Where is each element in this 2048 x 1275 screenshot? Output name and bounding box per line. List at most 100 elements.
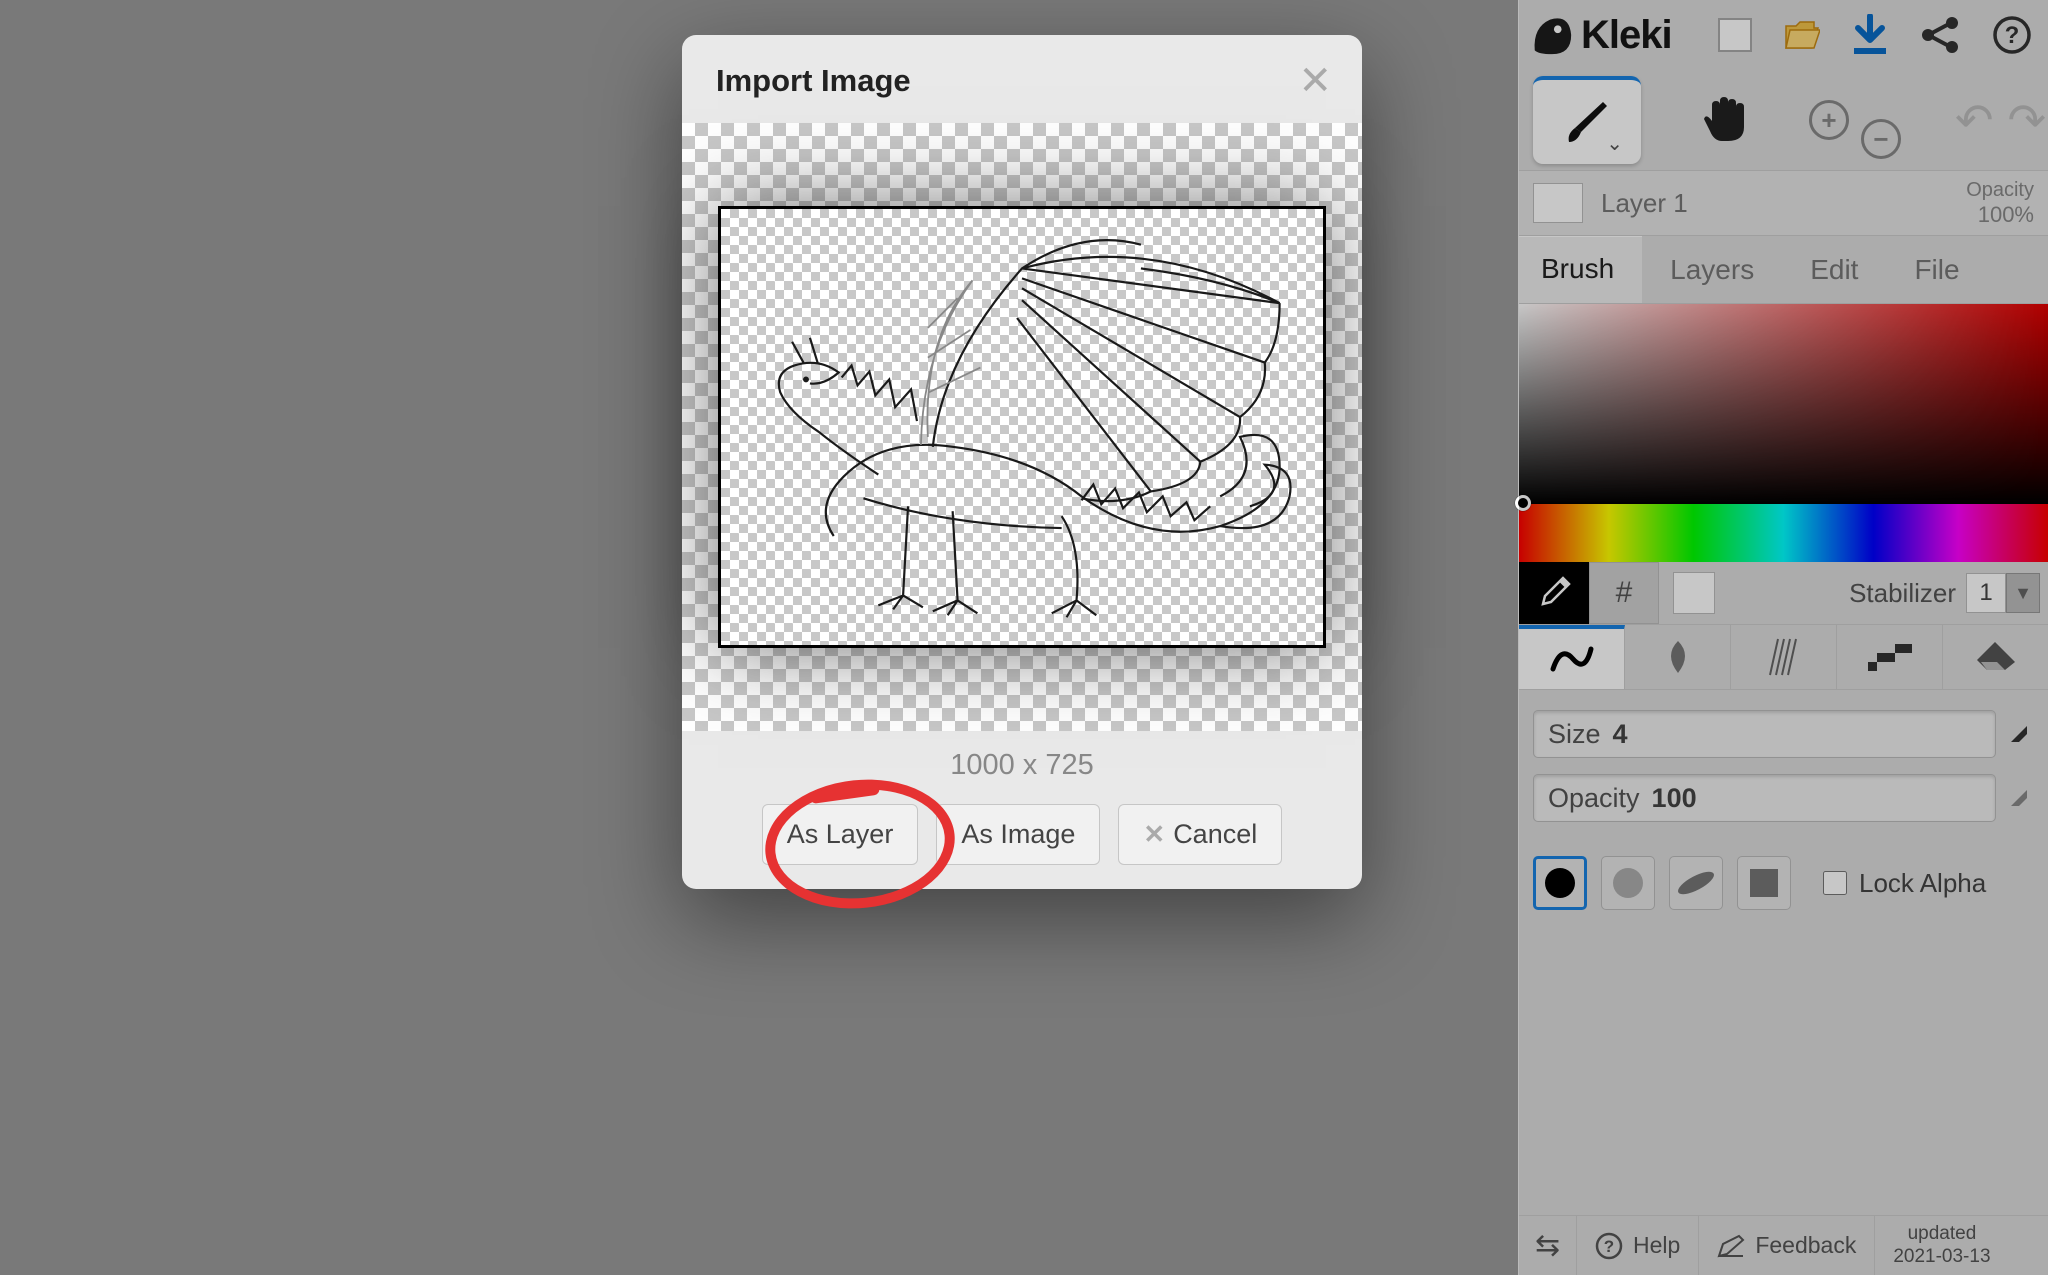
hex-input-button[interactable]: #: [1589, 562, 1659, 624]
import-preview: [682, 123, 1362, 731]
tool-row: ⌄ + − ↶ ↷: [1519, 70, 2048, 170]
dialog-title: Import Image: [716, 63, 911, 99]
top-actions: ?: [1718, 14, 2032, 56]
size-pressure-toggle[interactable]: [2004, 719, 2034, 749]
stabilizer-select[interactable]: 1 ▼: [1966, 573, 2040, 613]
stabilizer-control: Stabilizer 1 ▼: [1849, 573, 2040, 613]
hue-strip[interactable]: [1519, 504, 2048, 562]
cancel-button[interactable]: ✕ Cancel: [1118, 804, 1282, 865]
opacity-value: 100: [1652, 783, 1697, 814]
import-dimensions: 1000 x 725: [682, 749, 1362, 782]
layer-opacity: Opacity 100%: [1966, 179, 2034, 228]
lock-alpha-control[interactable]: Lock Alpha: [1823, 868, 1986, 899]
tab-file[interactable]: File: [1886, 236, 1987, 303]
layer-opacity-value: 100%: [1978, 202, 2034, 227]
open-folder-icon[interactable]: [1784, 20, 1820, 50]
size-label: Size: [1548, 719, 1601, 750]
opacity-label: Opacity: [1548, 783, 1640, 814]
updated-date: 2021-03-13: [1893, 1246, 1990, 1269]
calligraphy-icon: [1674, 865, 1718, 901]
brush-tip-square[interactable]: [1737, 856, 1791, 910]
brush-type-sketch[interactable]: [1731, 625, 1837, 689]
sv-box[interactable]: [1519, 304, 2048, 504]
brush-tool-button[interactable]: ⌄: [1533, 76, 1641, 164]
brush-type-pen[interactable]: [1519, 625, 1625, 689]
secondary-color-swatch[interactable]: [1673, 572, 1715, 614]
undo-icon[interactable]: ↶: [1955, 93, 1994, 147]
pen-stroke-icon: [1549, 639, 1595, 679]
brush-tip-solid[interactable]: [1533, 856, 1587, 910]
download-icon[interactable]: [1852, 14, 1888, 56]
hand-tool-button[interactable]: [1671, 76, 1779, 164]
updated-info: updated 2021-03-13: [1875, 1216, 2008, 1275]
undo-redo-group: ↶ ↷: [1955, 93, 2046, 147]
help-icon[interactable]: ?: [1992, 15, 2032, 55]
bottom-bar: ⇆ ? Help Feedback updated 2021-03-13: [1519, 1215, 2048, 1275]
eyedropper-icon: [1537, 576, 1571, 610]
brush-tip-row: Lock Alpha: [1519, 848, 2048, 928]
layer-row[interactable]: Layer 1 Opacity 100%: [1519, 170, 2048, 236]
tab-brush[interactable]: Brush: [1519, 236, 1642, 303]
brush-tip-calligraphy[interactable]: [1669, 856, 1723, 910]
topbar: Kleki ?: [1519, 0, 2048, 70]
pencil-icon: [1717, 1234, 1745, 1258]
tab-edit[interactable]: Edit: [1782, 236, 1886, 303]
updated-label: updated: [1908, 1223, 1977, 1246]
as-layer-button[interactable]: As Layer: [762, 804, 919, 865]
sidebar: Kleki ?: [1518, 0, 2048, 1275]
chalk-circle-icon: [1610, 865, 1646, 901]
feedback-button[interactable]: Feedback: [1699, 1216, 1875, 1275]
opacity-slider[interactable]: Opacity 100: [1533, 774, 1996, 822]
eraser-icon: [1973, 640, 2019, 674]
help-icon: ?: [1595, 1232, 1623, 1260]
sv-handle[interactable]: [1515, 495, 1531, 511]
brush-type-blend[interactable]: [1625, 625, 1731, 689]
as-image-label: As Image: [961, 819, 1075, 850]
help-button[interactable]: ? Help: [1577, 1216, 1699, 1275]
brush-type-eraser[interactable]: [1943, 625, 2048, 689]
cancel-label: Cancel: [1173, 819, 1257, 850]
kleki-logo-icon: [1529, 12, 1575, 58]
svg-text:?: ?: [1604, 1237, 1614, 1256]
dialog-button-row: As Layer As Image ✕ Cancel: [682, 804, 1362, 865]
as-image-button[interactable]: As Image: [936, 804, 1100, 865]
layer-name: Layer 1: [1601, 188, 1688, 219]
stabilizer-value: 1: [1966, 573, 2006, 613]
brush-type-pixel[interactable]: [1837, 625, 1943, 689]
layer-thumbnail: [1533, 183, 1583, 223]
feedback-label: Feedback: [1755, 1232, 1856, 1259]
brush-tip-chalk[interactable]: [1601, 856, 1655, 910]
redo-icon[interactable]: ↷: [2008, 93, 2047, 147]
square-tip-icon: [1746, 865, 1782, 901]
lock-alpha-checkbox[interactable]: [1823, 871, 1847, 895]
brand[interactable]: Kleki: [1529, 12, 1672, 58]
color-picker[interactable]: [1519, 304, 2048, 504]
share-icon[interactable]: [1920, 17, 1960, 53]
main-tabs: Brush Layers Edit File: [1519, 236, 2048, 304]
import-image-dialog: Import Image ✕: [682, 35, 1362, 889]
size-value: 4: [1613, 719, 1628, 750]
zoom-out-button[interactable]: −: [1861, 119, 1901, 159]
eyedropper-button[interactable]: [1519, 562, 1589, 624]
x-icon: ✕: [1143, 819, 1165, 850]
solid-circle-icon: [1542, 865, 1578, 901]
help-label: Help: [1633, 1232, 1680, 1259]
brush-type-row: [1519, 624, 2048, 690]
stabilizer-label: Stabilizer: [1849, 578, 1956, 609]
layer-opacity-label: Opacity: [1966, 179, 2034, 202]
swap-button[interactable]: ⇆: [1519, 1216, 1577, 1275]
dialog-header: Import Image ✕: [682, 35, 1362, 123]
size-slider[interactable]: Size 4: [1533, 710, 1996, 758]
tab-layers[interactable]: Layers: [1642, 236, 1782, 303]
pen-pressure-icon: [2008, 787, 2030, 809]
blend-icon: [1658, 637, 1698, 677]
import-image-frame: [718, 206, 1326, 648]
close-icon[interactable]: ✕: [1298, 61, 1332, 101]
new-file-button[interactable]: [1718, 18, 1752, 52]
lock-alpha-label: Lock Alpha: [1859, 868, 1986, 899]
canvas-area: Import Image ✕: [0, 0, 1518, 1275]
zoom-in-button[interactable]: +: [1809, 100, 1849, 140]
opacity-pressure-toggle[interactable]: [2004, 783, 2034, 813]
svg-text:?: ?: [2005, 22, 2020, 49]
brand-name: Kleki: [1581, 13, 1672, 58]
